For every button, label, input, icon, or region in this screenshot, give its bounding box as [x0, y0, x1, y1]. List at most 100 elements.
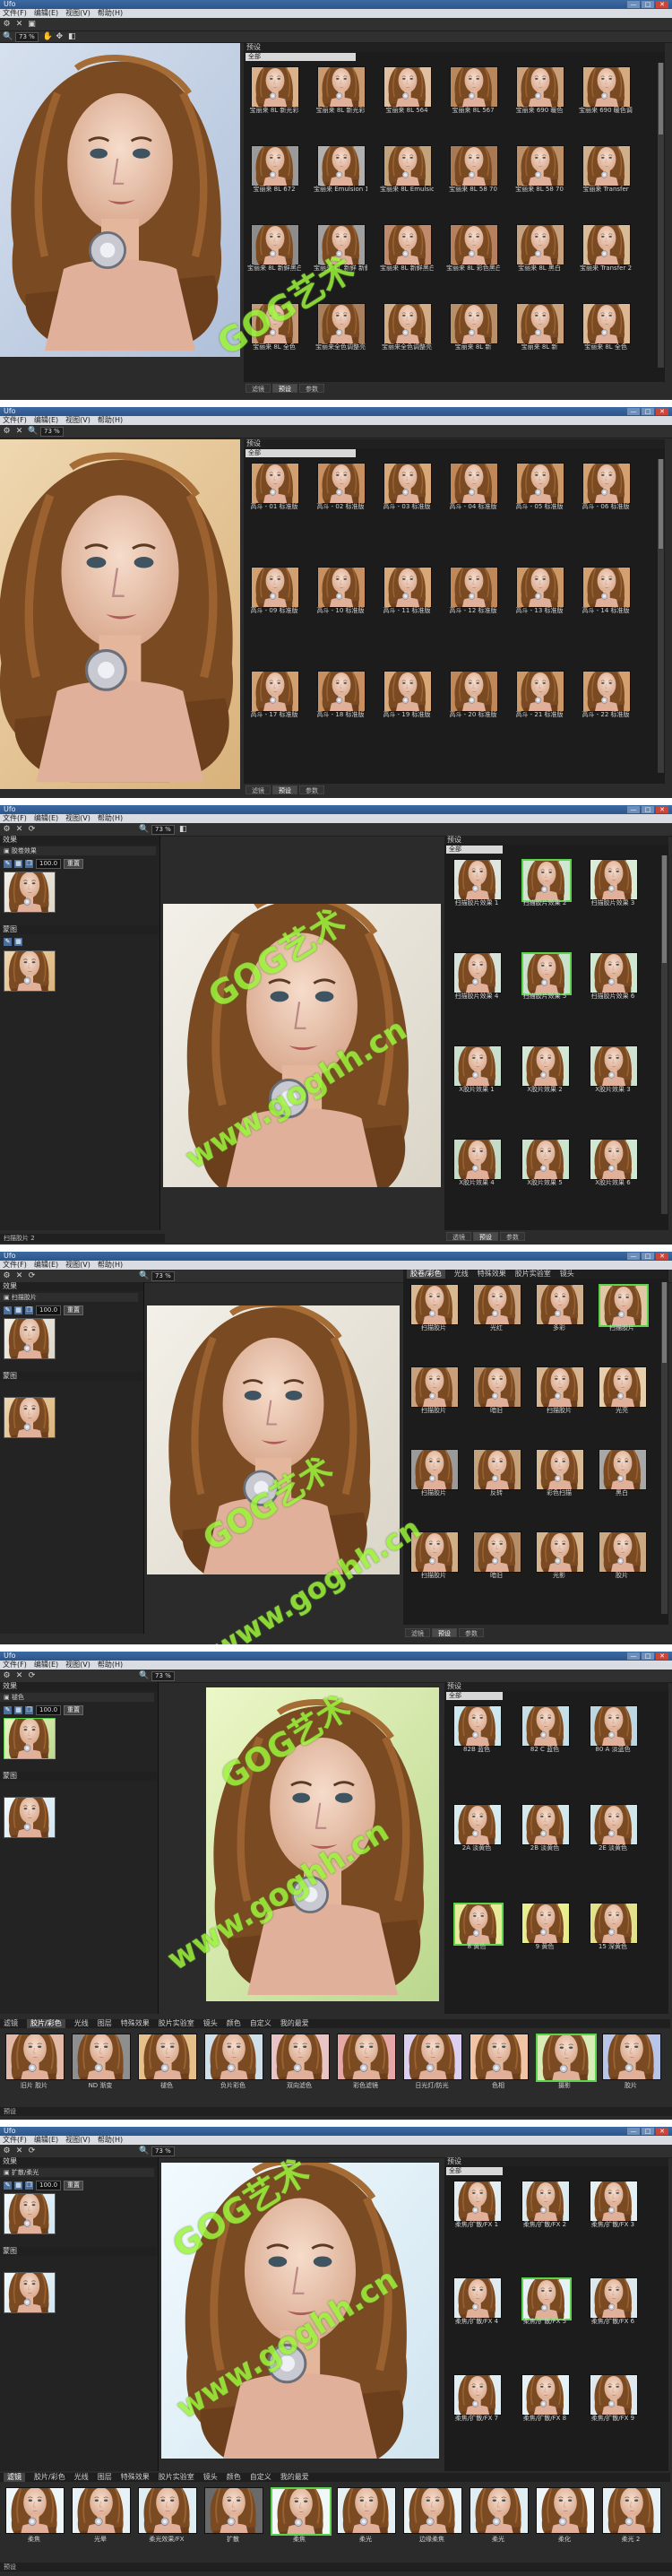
preset-tile[interactable]: 80 A 淡蓝色: [586, 1704, 640, 1757]
gear-icon[interactable]: ⚙: [3, 427, 11, 436]
filter-tile[interactable]: 扩散: [202, 2485, 263, 2550]
filter-tile[interactable]: 双向滤色: [269, 2032, 330, 2096]
preset-tile[interactable]: 光红: [470, 1282, 523, 1336]
minimize-button[interactable]: —: [627, 1, 640, 8]
menu-help[interactable]: 帮助(H): [98, 416, 123, 425]
tab-filters[interactable]: 透镜: [446, 1232, 471, 1241]
filter-tile[interactable]: 彩色滤镜: [335, 2032, 396, 2096]
cat-tab[interactable]: 胶片实验室: [515, 1270, 551, 1279]
effect-layer-row[interactable]: ▣ 褪色: [0, 1693, 154, 1702]
category-dropdown[interactable]: 全部: [446, 2167, 503, 2175]
effect-thumbnail[interactable]: [4, 1718, 56, 1759]
base-thumbnail[interactable]: [4, 950, 56, 992]
menu-file[interactable]: 文件(F): [3, 2136, 27, 2145]
preset-tile[interactable]: 扫描胶片: [407, 1530, 461, 1583]
minimize-button[interactable]: —: [627, 806, 640, 813]
filter-tab[interactable]: 镜头: [203, 2473, 218, 2482]
reset-button[interactable]: 重置: [64, 1705, 84, 1715]
preset-tile[interactable]: 宝丽来 8L 58 70: [513, 143, 566, 197]
preset-tile[interactable]: 宝丽来 8L 新鲜 新鲜: [314, 222, 367, 276]
tab-params[interactable]: 参数: [459, 1628, 484, 1637]
filter-tab[interactable]: 特殊效果: [121, 2019, 150, 2028]
preset-tile[interactable]: 宝丽来 8L 58 70: [446, 143, 500, 197]
zoom-level[interactable]: 73 %: [151, 1271, 175, 1281]
menu-help[interactable]: 帮助(H): [98, 1261, 123, 1270]
preset-tile[interactable]: 高斗 - 02 标准版: [314, 461, 367, 515]
preset-tile[interactable]: 宝丽来全色调整亮: [314, 301, 367, 355]
filter-tab[interactable]: 自定义: [250, 2019, 271, 2028]
filter-tab[interactable]: 胶片实验室: [159, 2019, 194, 2028]
menu-view[interactable]: 视图(V): [65, 814, 90, 823]
filter-tile[interactable]: 柔焦: [269, 2485, 332, 2550]
menu-file[interactable]: 文件(F): [3, 1261, 27, 1270]
opacity-input[interactable]: 100.0: [36, 1705, 62, 1715]
effect-layer-row[interactable]: ▣ 扩散/柔光: [0, 2168, 154, 2177]
preset-tile[interactable]: X胶片效果 3: [586, 1044, 640, 1097]
filter-tab[interactable]: 颜色: [227, 2473, 241, 2482]
base-thumbnail[interactable]: [4, 2272, 56, 2313]
filter-tile[interactable]: 日光灯/防光: [401, 2032, 462, 2096]
preset-tile[interactable]: X胶片效果 4: [450, 1137, 504, 1191]
preset-tile[interactable]: 宝丽来 690 暖色: [513, 65, 566, 118]
filter-tile[interactable]: 边缘柔焦: [401, 2485, 462, 2550]
gear-icon[interactable]: ⚙: [3, 825, 11, 834]
preset-tile[interactable]: 2B 淡黄色: [518, 1802, 572, 1856]
category-dropdown[interactable]: 全部: [246, 449, 356, 457]
reset-button[interactable]: 重置: [64, 2181, 84, 2190]
close-button[interactable]: ✕: [656, 1253, 668, 1260]
preset-tile[interactable]: 宝丽来 Transfer: [579, 143, 633, 197]
zoom-icon[interactable]: 🔍: [3, 32, 13, 41]
preset-tile[interactable]: 柔焦/扩散/FX 8: [518, 2372, 572, 2426]
menu-file[interactable]: 文件(F): [3, 814, 27, 823]
filter-tab[interactable]: 我的最爱: [280, 2473, 309, 2482]
filter-tile[interactable]: 柔焦: [4, 2485, 65, 2550]
tab-filters[interactable]: 滤镜: [246, 785, 271, 794]
maximize-button[interactable]: □: [642, 1652, 654, 1660]
menu-view[interactable]: 视图(V): [65, 1661, 90, 1670]
close-button[interactable]: ✕: [656, 1, 668, 8]
close-icon[interactable]: ✕: [15, 427, 23, 436]
filter-tab[interactable]: 自定义: [250, 2473, 271, 2482]
refresh-icon[interactable]: ⟳: [28, 825, 36, 834]
preset-tile[interactable]: 扫描胶片效果 1: [450, 857, 504, 911]
gear-icon[interactable]: ⚙: [3, 1671, 11, 1680]
filter-tile[interactable]: 色相: [468, 2032, 529, 2096]
base-thumbnail[interactable]: [4, 1797, 56, 1838]
preset-scrollbar[interactable]: [658, 459, 664, 773]
preset-tile[interactable]: 高斗 - 09 标准版: [247, 565, 301, 619]
menu-edit[interactable]: 编辑(E): [34, 1261, 58, 1270]
tab-params[interactable]: 参数: [500, 1232, 525, 1241]
filter-tile[interactable]: 旧片 胶片: [4, 2032, 65, 2096]
zoom-level[interactable]: 73 %: [151, 824, 175, 835]
preset-tile[interactable]: 82B 蓝色: [450, 1704, 504, 1757]
zoom-level[interactable]: 73 %: [15, 31, 39, 42]
menu-edit[interactable]: 编辑(E): [34, 1661, 58, 1670]
cat-tab[interactable]: 光线: [454, 1270, 469, 1279]
preset-tile[interactable]: 宝丽来 8L 全色: [247, 301, 301, 355]
preset-tile[interactable]: 宝丽来 8L Emulsion 2 冷: [380, 143, 434, 197]
preset-tile[interactable]: 宝丽来 Transfer 2: [579, 222, 633, 276]
category-dropdown[interactable]: 全部: [446, 1692, 503, 1700]
preset-tile[interactable]: 15 深黄色: [586, 1901, 640, 1955]
opacity-input[interactable]: 100.0: [36, 2181, 62, 2190]
preset-tile[interactable]: 柔焦/扩散/FX 2: [518, 2179, 572, 2233]
tab-filters[interactable]: 滤镜: [405, 1628, 430, 1637]
brush-icon[interactable]: ✎: [4, 860, 12, 868]
preset-tile[interactable]: 高斗 - 21 标准版: [513, 669, 566, 723]
menu-edit[interactable]: 编辑(E): [34, 814, 58, 823]
preset-tile[interactable]: 扫描胶片: [407, 1447, 461, 1501]
layer-icon[interactable]: ❒: [25, 860, 33, 868]
brush-icon[interactable]: ✎: [4, 938, 12, 946]
preset-tile[interactable]: 高斗 - 10 标准版: [314, 565, 367, 619]
close-icon[interactable]: ✕: [15, 1671, 23, 1680]
filter-tab[interactable]: 滤镜: [4, 2019, 18, 2028]
menu-help[interactable]: 帮助(H): [98, 2136, 123, 2145]
preset-tile[interactable]: 宝丽来 8L 新光彩: [314, 65, 367, 118]
preset-tile[interactable]: 扫描胶片效果 2: [518, 857, 572, 911]
preset-tile[interactable]: 高斗 - 05 标准版: [513, 461, 566, 515]
preset-tile[interactable]: 高斗 - 19 标准版: [380, 669, 434, 723]
mask-icon[interactable]: ▦: [14, 1706, 22, 1714]
preset-scrollbar[interactable]: [661, 1282, 668, 1614]
filter-tile[interactable]: 柔化: [534, 2485, 595, 2550]
preset-tile[interactable]: 高斗 - 18 标准版: [314, 669, 367, 723]
